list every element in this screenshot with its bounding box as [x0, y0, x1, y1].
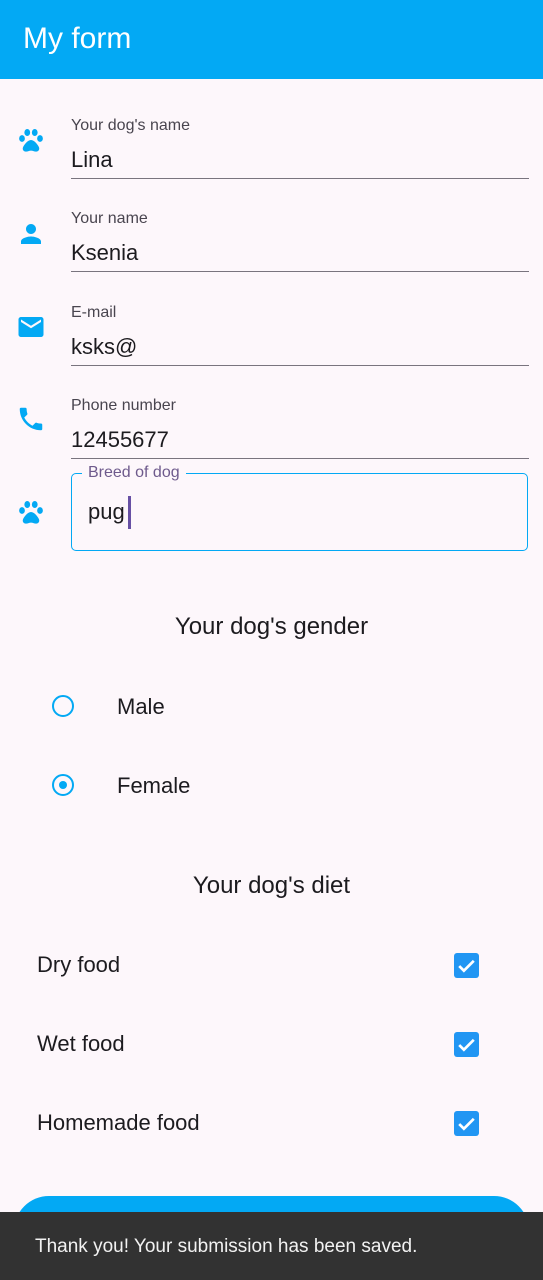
diet-item-dry-food[interactable]: Dry food	[0, 935, 543, 995]
owner-name-field[interactable]: Your name Ksenia	[0, 179, 543, 272]
checkbox-label: Dry food	[37, 952, 121, 977]
diet-item-wet-food[interactable]: Wet food	[0, 1014, 543, 1074]
dog-name-label: Your dog's name	[71, 117, 190, 134]
phone-underline	[71, 458, 529, 459]
snackbar-message: Thank you! Your submission has been save…	[35, 1236, 418, 1257]
checkbox-label: Wet food	[37, 1031, 125, 1056]
app-bar-title: My form	[23, 22, 132, 55]
email-input[interactable]: ksks@	[71, 333, 137, 361]
phone-label: Phone number	[71, 397, 176, 414]
diet-item-homemade-food[interactable]: Homemade food	[0, 1093, 543, 1153]
phone-icon	[16, 404, 46, 434]
paw-icon	[16, 498, 46, 528]
breed-value[interactable]: pug	[88, 498, 125, 526]
dog-name-input[interactable]: Lina	[71, 146, 113, 174]
phone-input[interactable]: 12455677	[71, 426, 169, 454]
radio-button-selected[interactable]	[52, 774, 74, 796]
radio-female[interactable]: Female	[0, 757, 543, 817]
email-field[interactable]: E-mail ksks@	[0, 273, 543, 366]
checkbox-checked[interactable]	[454, 953, 479, 978]
breed-label: Breed of dog	[82, 463, 186, 483]
phone-field[interactable]: Phone number 12455677	[0, 366, 543, 459]
radio-male[interactable]: Male	[0, 678, 543, 738]
owner-name-input[interactable]: Ksenia	[71, 239, 138, 267]
gender-title: Your dog's gender	[174, 613, 369, 640]
text-cursor	[128, 496, 131, 529]
app-bar: My form	[0, 0, 543, 79]
owner-name-label: Your name	[71, 210, 148, 227]
checkbox-checked[interactable]	[454, 1032, 479, 1057]
checkbox-label: Homemade food	[37, 1110, 200, 1135]
snackbar: Thank you! Your submission has been save…	[0, 1212, 543, 1280]
breed-input[interactable]	[71, 473, 528, 551]
person-icon	[16, 219, 46, 249]
paw-icon	[16, 126, 46, 156]
radio-label: Male	[117, 694, 165, 719]
mail-icon	[16, 312, 46, 342]
diet-title: Your dog's diet	[192, 872, 351, 899]
owner-name-underline	[71, 271, 529, 272]
radio-label: Female	[117, 773, 191, 798]
radio-button[interactable]	[52, 695, 74, 717]
dog-name-field[interactable]: Your dog's name Lina	[0, 86, 543, 179]
email-label: E-mail	[71, 304, 117, 321]
checkbox-checked[interactable]	[454, 1111, 479, 1136]
app-screen: My form Your dog's name Lina Your name K…	[0, 0, 543, 1280]
